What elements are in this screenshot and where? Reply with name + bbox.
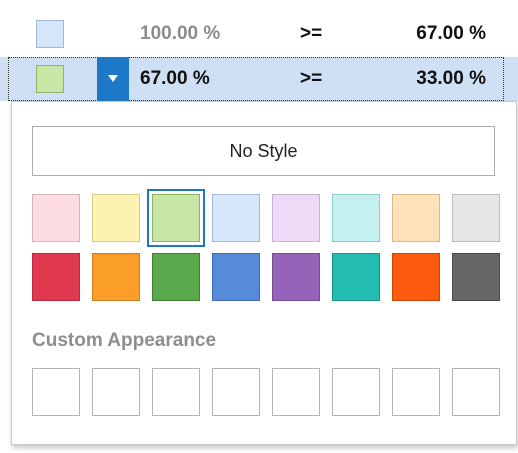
triangle-down-icon [108, 75, 118, 82]
row-color-swatch[interactable] [36, 65, 64, 93]
range-row-selected[interactable]: 67.00 % >= 33.00 % [0, 57, 518, 101]
range-operator: >= [300, 68, 323, 89]
custom-swatch-slot[interactable] [272, 368, 320, 416]
color-dropdown-button[interactable] [97, 57, 129, 101]
range-value-from: 100.00 % [140, 23, 221, 44]
custom-swatch-slot[interactable] [92, 368, 140, 416]
row-color-swatch[interactable] [36, 20, 64, 48]
custom-swatch-slot[interactable] [332, 368, 380, 416]
swatch-dark-gray[interactable] [452, 253, 500, 301]
custom-swatch-slot[interactable] [392, 368, 440, 416]
swatch-light-purple[interactable] [272, 194, 320, 242]
swatch-light-yellow[interactable] [92, 194, 140, 242]
swatch-teal[interactable] [332, 253, 380, 301]
custom-appearance-title: Custom Appearance [32, 330, 217, 351]
range-row[interactable]: 100.00 % >= 67.00 % [0, 11, 518, 58]
swatch-red[interactable] [32, 253, 80, 301]
swatch-light-gray[interactable] [452, 194, 500, 242]
swatch-light-blue[interactable] [212, 194, 260, 242]
custom-swatch-slot[interactable] [212, 368, 260, 416]
swatch-blue[interactable] [212, 253, 260, 301]
range-value-to: 67.00 % [416, 23, 486, 44]
range-value-to: 33.00 % [416, 68, 486, 89]
swatch-green[interactable] [152, 253, 200, 301]
no-style-button[interactable]: No Style [32, 126, 495, 176]
style-picker-popup: No Style Custom Appearance [11, 101, 517, 445]
swatch-light-green[interactable] [147, 189, 205, 247]
range-value-from: 67.00 % [140, 68, 210, 89]
swatch-orange[interactable] [92, 253, 140, 301]
swatch-dark-orange[interactable] [392, 253, 440, 301]
range-operator: >= [300, 23, 323, 44]
swatch-light-orange[interactable] [392, 194, 440, 242]
swatch-light-cyan[interactable] [332, 194, 380, 242]
swatch-purple[interactable] [272, 253, 320, 301]
custom-swatch-slot[interactable] [452, 368, 500, 416]
custom-swatch-slot[interactable] [32, 368, 80, 416]
custom-swatch-slot[interactable] [152, 368, 200, 416]
swatch-light-red[interactable] [32, 194, 80, 242]
